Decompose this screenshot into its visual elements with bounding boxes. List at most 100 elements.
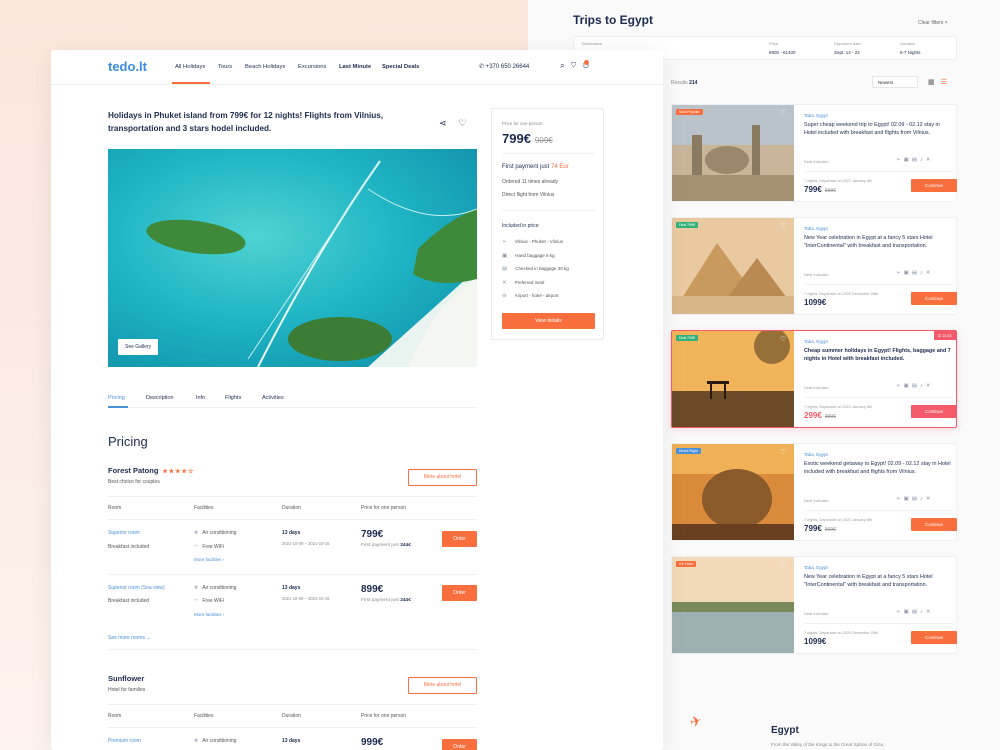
room-name[interactable]: Superior room (108, 530, 140, 536)
facility: ◠ Free WiFi (194, 598, 225, 604)
view-toggle[interactable]: ▦☰ (928, 78, 953, 86)
trip-image[interactable] (672, 331, 794, 427)
heart-icon[interactable]: ♡ (780, 109, 786, 117)
nav-special-deals[interactable]: Special Deals (382, 64, 419, 70)
heart-icon[interactable]: ♡ (570, 61, 582, 70)
trip-card[interactable]: Direct Flight ♡ Taba, Egypt Exotic weeke… (671, 443, 957, 541)
results-title: Trips to Egypt (573, 13, 654, 27)
snowflake-icon: ❄ (194, 530, 199, 536)
luggage-icon: ▤ (911, 496, 921, 502)
list-view-icon[interactable]: ☰ (941, 79, 953, 86)
heart-icon[interactable]: ♡ (780, 448, 786, 456)
tab-info[interactable]: Info (196, 395, 205, 401)
duration: 13 days (282, 530, 301, 536)
see-gallery-button[interactable]: See Gallery (118, 339, 159, 355)
trip-card[interactable]: 5★ Hotel ♡ Taba, Egypt New Year celebrat… (671, 556, 957, 654)
filter-departure[interactable]: Departure date Sept. 14 - 22 (834, 41, 861, 55)
favorite-icon[interactable]: ♡ (459, 118, 479, 128)
nav-beach-holidays[interactable]: Beach Holidays (245, 64, 285, 70)
room-name[interactable]: Premium room (108, 738, 141, 744)
filter-price[interactable]: Price €900 - €1400 (769, 41, 796, 55)
divider (108, 704, 477, 705)
order-button[interactable]: Order (442, 531, 477, 547)
room-name[interactable]: Superior room (Sea view) (108, 585, 165, 591)
tab-activities[interactable]: Activities (262, 395, 284, 401)
hero-image[interactable]: See Gallery (108, 149, 477, 367)
egypt-heading: Egypt (771, 725, 799, 736)
nav-all-holidays[interactable]: All Holidays (175, 64, 205, 70)
trip-location: Taba, Egypt (804, 113, 828, 118)
more-facilities-link[interactable]: More facilities › (194, 612, 224, 617)
col-facilities: Facilities (194, 713, 214, 719)
header-divider (51, 84, 663, 85)
tab-flights[interactable]: Flights (225, 395, 241, 401)
share-icon[interactable]: ⋖ (439, 118, 459, 128)
phone-link[interactable]: ✆ +370 650 26644 (479, 63, 529, 70)
trip-image[interactable] (672, 105, 794, 201)
clear-filters-button[interactable]: Clear filters × (918, 20, 948, 26)
continue-button[interactable]: Continue (911, 405, 957, 418)
listing-actions: ⋖♡ (439, 118, 479, 129)
tab-divider (108, 407, 477, 408)
more-about-hotel-button[interactable]: More about hotel (408, 469, 477, 486)
continue-button[interactable]: Continue (911, 179, 957, 192)
order-button[interactable]: Order (442, 739, 477, 750)
search-icon[interactable]: ⌕ (560, 61, 570, 70)
hotel-subtitle: Hotel for families (108, 687, 146, 693)
direct-flight: Direct flight from Vilnius (502, 192, 555, 198)
divider (804, 623, 954, 624)
trip-nights: 7 nights, Departure on 2020 December 28t… (804, 631, 879, 635)
continue-button[interactable]: Continue (911, 518, 957, 531)
nav-last-minute[interactable]: Last Minute (339, 64, 371, 70)
grid-view-icon[interactable]: ▦ (928, 79, 941, 86)
heart-icon[interactable]: ♡ (780, 561, 786, 569)
nav-tours[interactable]: Tours (218, 64, 232, 70)
divider (804, 171, 954, 172)
trip-description: Cheap summer holidays in Egypt! Flights,… (804, 348, 951, 362)
favorites-badge (584, 60, 589, 65)
dates: 2021-10-09 – 2021-10-16 (282, 596, 330, 601)
trip-card[interactable]: Deal 799€ ♡ Taba, Egypt New Year celebra… (671, 217, 957, 315)
trip-card[interactable]: Deal 799€ ♡ Taba, Egypt Cheap summer hol… (671, 330, 957, 428)
tab-pricing[interactable]: Pricing (108, 395, 125, 401)
tab-description[interactable]: Description (146, 395, 174, 401)
col-duration: Duration (282, 713, 301, 719)
room-price: 799€ (361, 529, 384, 540)
continue-button[interactable]: Continue (911, 292, 957, 305)
trip-price: 1099€ (804, 637, 827, 646)
bag-icon: ▣ (903, 383, 912, 389)
col-room: Room (108, 505, 122, 511)
order-button[interactable]: Order (442, 585, 477, 601)
col-duration: Duration (282, 505, 301, 511)
continue-button[interactable]: Continue (911, 631, 957, 644)
logo[interactable]: tedo.lt (108, 59, 147, 74)
luggage-icon: ▤ (911, 157, 921, 163)
plane-icon: ➢ (896, 609, 904, 615)
facility: ❄ Air conditioning (194, 530, 237, 536)
luggage-icon: ▤ (911, 609, 921, 615)
first-payment: First payment just 244€ (361, 543, 411, 548)
sort-select[interactable]: Newest (872, 76, 918, 88)
heart-icon[interactable]: ♡ (780, 335, 786, 343)
nav-excursions[interactable]: Excursions (298, 64, 326, 70)
trip-card[interactable]: Most Popular ♡ Taba, Egypt Super cheap w… (671, 104, 957, 202)
duration: 13 days (282, 585, 301, 591)
divider (804, 510, 954, 511)
meal-icon: ✕ (925, 383, 934, 389)
trip-image[interactable] (672, 444, 794, 540)
trip-image[interactable] (672, 218, 794, 314)
meal-icon: ✕ (925, 270, 934, 276)
pricing-heading: Pricing (108, 434, 148, 449)
more-about-hotel-button[interactable]: More about hotel (408, 677, 477, 694)
filter-duration[interactable]: Duration 6-7 Nights (900, 41, 921, 55)
view-details-button[interactable]: View details (502, 313, 595, 329)
see-more-rooms-link[interactable]: See more rooms ⌄ (108, 635, 151, 641)
heart-icon[interactable]: ♡ (780, 222, 786, 230)
divider (108, 727, 477, 728)
luggage-icon: ▤ (911, 270, 921, 276)
trip-image[interactable] (672, 557, 794, 653)
trip-price: 299€ 399€ (804, 411, 836, 420)
divider (502, 210, 595, 211)
wifi-icon: ◠ (194, 598, 199, 604)
more-facilities-link[interactable]: More facilities › (194, 557, 224, 562)
